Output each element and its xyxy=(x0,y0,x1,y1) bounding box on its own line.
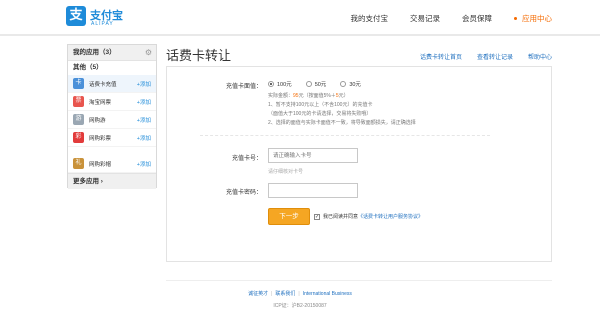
footer-international-link[interactable]: International Business xyxy=(303,291,352,297)
alipay-logo-icon: 支 xyxy=(66,6,86,26)
transfer-records-link[interactable]: 查看转让记录 xyxy=(477,52,513,61)
option-50-radio[interactable]: 50元 xyxy=(305,80,327,88)
rule-note-2: （面值大于100元的卡请选择，交易将失败哦） xyxy=(268,111,372,117)
footer-contact-link[interactable]: 联系我们 xyxy=(275,291,295,297)
top-nav: 我的支付宝 交易记录 会员保障 应用中心 xyxy=(329,0,553,36)
gear-icon[interactable]: ⚙ xyxy=(144,48,153,57)
app-item-gift[interactable]: 礼 网购彩帽 +添加 xyxy=(68,155,156,173)
agree-text: 我已阅读并同意 xyxy=(323,214,359,220)
transfer-form-panel xyxy=(166,66,552,262)
actual-amount-note: 实际金额：95元（按面值5%＋5元） xyxy=(268,92,349,99)
radio-dot xyxy=(305,81,312,87)
app-item-phone-card[interactable]: 卡 话费卡充值 +添加 xyxy=(68,75,156,93)
app-item-label: 网购彩帽 xyxy=(89,161,112,168)
card-number-input[interactable] xyxy=(268,148,358,163)
add-app-link[interactable]: +添加 xyxy=(137,134,151,142)
denomination-label: 充值卡面值： xyxy=(225,84,262,90)
other-apps-header: 其他（5） xyxy=(68,61,156,75)
option-30-radio[interactable]: 30元 xyxy=(340,80,361,88)
note-text: 元） xyxy=(338,93,349,99)
more-apps-link[interactable]: 更多应用 › xyxy=(68,173,156,189)
next-step-button[interactable]: 下一步 xyxy=(268,208,310,225)
my-apps-header: 我的应用（3） ⚙ xyxy=(68,45,156,61)
note-text: 元（按面值5%＋ xyxy=(298,93,336,99)
phone-card-icon: 卡 xyxy=(73,78,84,89)
nav-transactions[interactable]: 交易记录 xyxy=(410,13,440,24)
footer-separator: | xyxy=(271,291,273,297)
footer-links: 诚征英才 | 联系我们 | International Business xyxy=(0,290,600,297)
card-number-label: 充值卡号： xyxy=(231,156,262,162)
app-item-label: 淘宝网票 xyxy=(89,99,112,106)
card-password-input[interactable] xyxy=(268,183,358,198)
alipay-logo[interactable]: 支 支付宝 ALIPAY xyxy=(66,6,126,32)
ticket-icon: 票 xyxy=(73,96,84,107)
footer-separator: | xyxy=(298,291,300,297)
app-item-lottery[interactable]: 彩 网购彩票 +添加 xyxy=(68,129,156,147)
top-header: 支 支付宝 ALIPAY 我的支付宝 交易记录 会员保障 应用中心 xyxy=(0,0,600,36)
app-item-label: 网购游 xyxy=(89,117,106,124)
option-label: 50元 xyxy=(314,82,327,88)
nav-member-protection[interactable]: 会员保障 xyxy=(462,13,492,24)
radio-dot xyxy=(340,81,347,87)
apps-list: 卡 话费卡充值 +添加 票 淘宝网票 +添加 游 网购游 +添加 彩 网购彩票 … xyxy=(68,75,156,155)
option-label: 100元 xyxy=(277,82,292,88)
help-center-link[interactable]: 帮助中心 xyxy=(528,52,552,61)
denomination-options: 100元 50元 30元 xyxy=(268,80,375,88)
rule-note-1: 1、暂不支持100元以上（不含100元）的充值卡 xyxy=(268,102,373,108)
page-title: 话费卡转让 xyxy=(166,49,232,64)
logo-text-en: ALIPAY xyxy=(91,21,114,27)
lottery-icon: 彩 xyxy=(73,132,84,143)
footer-careers-link[interactable]: 诚征英才 xyxy=(248,291,268,297)
add-app-link[interactable]: +添加 xyxy=(137,160,151,168)
note-text: 实际金额： xyxy=(268,93,294,99)
apps-sidebar: 我的应用（3） ⚙ 其他（5） 卡 话费卡充值 +添加 票 淘宝网票 +添加 游… xyxy=(67,44,157,189)
transfer-home-link[interactable]: 话费卡转让首页 xyxy=(420,52,462,61)
agreement-link[interactable]: 《话费卡转让用户服务协议》 xyxy=(358,213,423,220)
app-item-ticket[interactable]: 票 淘宝网票 +添加 xyxy=(68,93,156,111)
rule-note-3: 2、选择的面值与实际卡面值不一致，将导致面额损失，请正确选择 xyxy=(268,120,416,126)
my-apps-title: 我的应用（3） xyxy=(73,49,116,56)
app-item-label: 话费卡充值 xyxy=(89,81,117,88)
page-links: 话费卡转让首页 查看转让记录 帮助中心 xyxy=(405,52,552,61)
travel-icon: 游 xyxy=(73,114,84,125)
option-100-radio[interactable]: 100元 xyxy=(268,80,292,88)
option-label: 30元 xyxy=(349,82,361,88)
footer-icp: ICP证：沪B2-20150087 xyxy=(273,303,327,309)
footer-divider xyxy=(166,280,552,281)
card-number-hint: 请仔细核对卡号 xyxy=(268,169,304,175)
gift-icon: 礼 xyxy=(73,158,84,169)
app-item-label: 网购彩票 xyxy=(89,135,112,142)
nav-my-alipay[interactable]: 我的支付宝 xyxy=(351,13,389,24)
app-item-travel[interactable]: 游 网购游 +添加 xyxy=(68,111,156,129)
card-password-label: 充值卡密码： xyxy=(225,190,262,196)
form-divider xyxy=(200,135,490,136)
add-app-link[interactable]: +添加 xyxy=(137,98,151,106)
add-app-link[interactable]: +添加 xyxy=(137,116,151,124)
agree-checkbox[interactable]: ✓ xyxy=(314,213,320,220)
nav-app-center[interactable]: 应用中心 xyxy=(514,13,552,24)
agreement: ✓ 我已阅读并同意 《话费卡转让用户服务协议》 xyxy=(314,213,423,220)
add-app-link[interactable]: +添加 xyxy=(137,80,151,88)
radio-dot xyxy=(268,81,274,87)
